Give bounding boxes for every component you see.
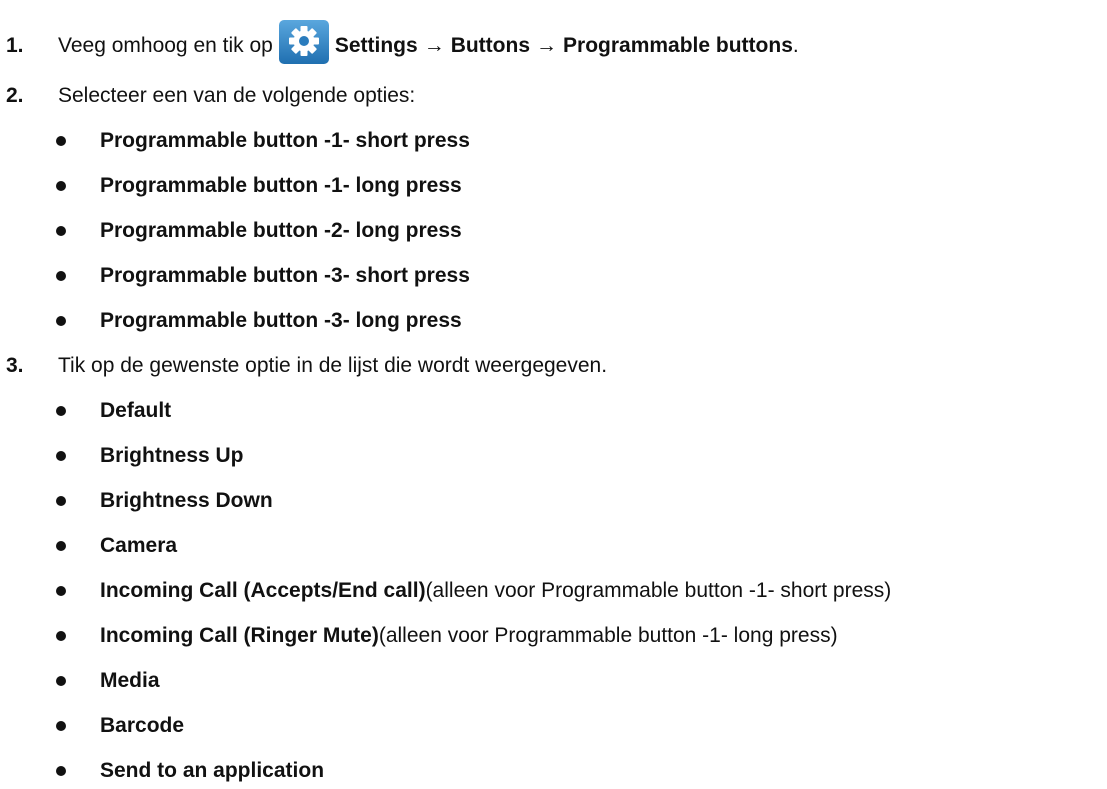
option-note: (alleen voor Programmable button -1- lon… xyxy=(378,624,838,647)
list-item: Incoming Call (Ringer Mute) (alleen voor… xyxy=(52,618,838,654)
list-item: Incoming Call (Accepts/End call) (alleen… xyxy=(52,573,891,609)
bullet-dot xyxy=(56,721,66,731)
step-1: 1. Veeg omhoog en tik op Settings → Butt… xyxy=(6,20,799,66)
option-label: Incoming Call (Ringer Mute) xyxy=(100,624,379,647)
bullet-dot xyxy=(56,181,66,191)
arrow: → xyxy=(536,34,558,57)
list-item: Brightness Down xyxy=(52,483,273,519)
path-buttons: Buttons xyxy=(450,34,531,57)
bullet-dot xyxy=(56,226,66,236)
path-settings: Settings xyxy=(334,34,418,57)
list-item: Barcode xyxy=(52,708,184,744)
list-item: Default xyxy=(52,393,171,429)
bullet-dot xyxy=(56,406,66,416)
list-item: Brightness Up xyxy=(52,438,244,474)
list-item: Programmable button -1- long press xyxy=(52,168,462,204)
list-item: Programmable button -3- long press xyxy=(52,303,462,339)
option-label: Programmable button -1- short press xyxy=(100,129,470,152)
list-item: Camera xyxy=(52,528,177,564)
option-label: Brightness Down xyxy=(100,489,273,512)
list-item: Programmable button -2- long press xyxy=(52,213,462,249)
path-programmable-buttons: Programmable buttons xyxy=(563,34,793,57)
bullet-dot xyxy=(56,271,66,281)
option-label: Programmable button -1- long press xyxy=(100,174,462,197)
bullet-dot xyxy=(56,496,66,506)
option-note: (alleen voor Programmable button -1- sho… xyxy=(425,579,892,602)
bullet-dot xyxy=(56,676,66,686)
list-item: Send to an application xyxy=(52,753,324,789)
step-2: 2. Selecteer een van de volgende opties: xyxy=(6,76,415,116)
bullet-dot xyxy=(56,316,66,326)
list-item: Media xyxy=(52,663,160,699)
option-label: Incoming Call (Accepts/End call) xyxy=(100,579,426,602)
bullet-dot xyxy=(56,586,66,596)
bullet-dot xyxy=(56,451,66,461)
step-text: Tik op de gewenste optie in de lijst die… xyxy=(58,354,608,377)
bullet-dot xyxy=(56,136,66,146)
list-item: Programmable button -3- short press xyxy=(52,258,470,294)
option-label: Brightness Up xyxy=(100,444,244,467)
option-label: Camera xyxy=(100,534,178,557)
sentence-end: . xyxy=(792,34,799,57)
option-label: Media xyxy=(100,669,160,692)
option-label: Programmable button -2- long press xyxy=(100,219,462,242)
step-number: 3. xyxy=(6,354,24,377)
bullet-dot xyxy=(56,766,66,776)
arrow: → xyxy=(423,34,445,57)
step-3: 3. Tik op de gewenste optie in de lijst … xyxy=(6,346,607,386)
option-label: Default xyxy=(100,399,172,422)
step-number: 2. xyxy=(6,84,24,107)
settings-gear-icon xyxy=(278,20,329,64)
option-label: Programmable button -3- short press xyxy=(100,264,470,287)
option-label: Programmable button -3- long press xyxy=(100,309,462,332)
option-label: Send to an application xyxy=(100,759,325,782)
step-number: 1. xyxy=(6,34,24,57)
bullet-dot xyxy=(56,631,66,641)
option-label: Barcode xyxy=(100,714,185,737)
bullet-dot xyxy=(56,541,66,551)
step-text: Veeg omhoog en tik op xyxy=(58,34,273,57)
step-text: Selecteer een van de volgende opties: xyxy=(58,84,416,107)
list-item: Programmable button -1- short press xyxy=(52,123,470,159)
